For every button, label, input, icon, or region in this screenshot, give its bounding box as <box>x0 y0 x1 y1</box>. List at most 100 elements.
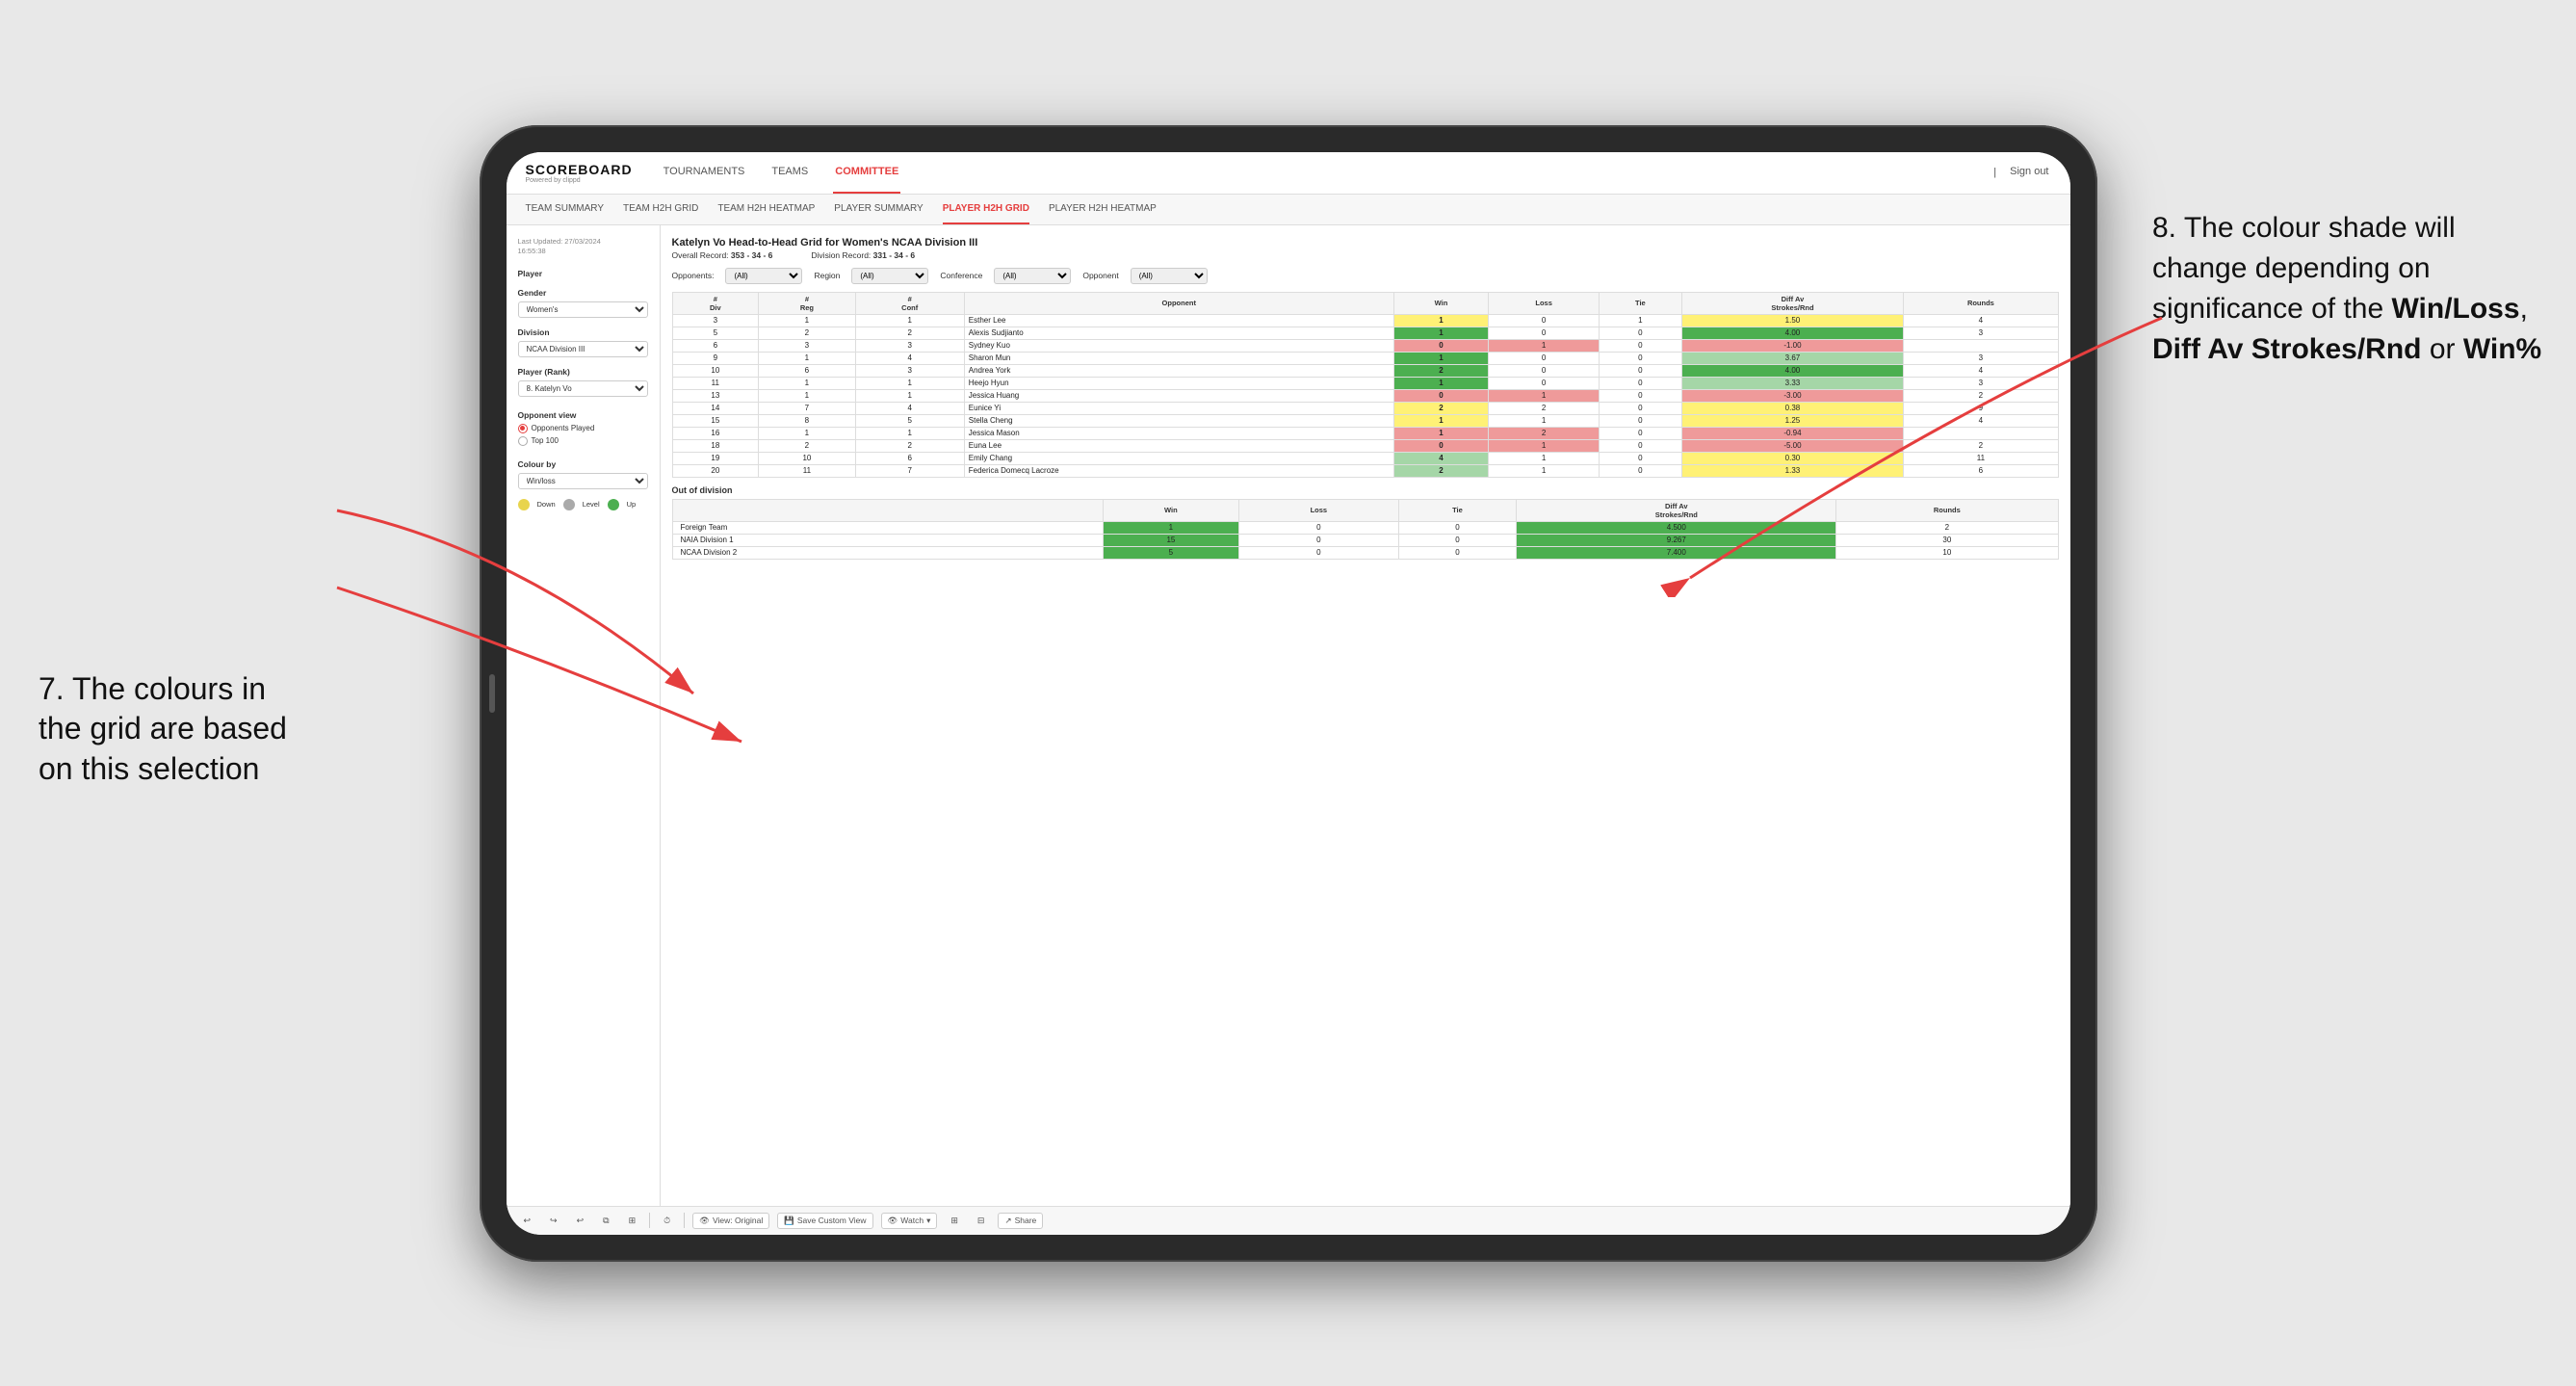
filter-row: Opponents: (All) Region (All) Conference… <box>672 268 2059 284</box>
cell-reg: 2 <box>759 327 856 339</box>
copy-button[interactable]: ⧉ <box>597 1214 614 1228</box>
cell-div: 19 <box>672 452 759 464</box>
out-cell-loss: 0 <box>1239 546 1398 559</box>
cell-rounds: 9 <box>1904 402 2058 414</box>
sub-nav-team-h2h-grid[interactable]: TEAM H2H GRID <box>623 194 698 224</box>
cell-win: 4 <box>1393 452 1488 464</box>
out-cell-loss: 0 <box>1239 534 1398 546</box>
conference-filter-select[interactable]: (All) <box>994 268 1071 284</box>
annotation-bold-winpct: Win% <box>2463 333 2541 365</box>
cell-diff: 4.00 <box>1681 327 1904 339</box>
opponent-view-label: Opponent view <box>518 410 648 420</box>
header-right: | Sign out <box>1993 152 2050 195</box>
nav-tournaments[interactable]: TOURNAMENTS <box>662 152 747 195</box>
cell-win: 1 <box>1393 427 1488 439</box>
cell-conf: 1 <box>855 377 964 389</box>
grid-button[interactable]: ⊞ <box>945 1214 964 1228</box>
cell-reg: 1 <box>759 427 856 439</box>
paste-button[interactable]: ⊞ <box>623 1214 642 1228</box>
gender-select[interactable]: Women's <box>518 301 648 318</box>
cell-loss: 1 <box>1489 389 1600 402</box>
sub-nav-team-summary[interactable]: TEAM SUMMARY <box>526 194 605 224</box>
out-cell-diff: 4.500 <box>1517 521 1836 534</box>
colour-dot-level <box>563 499 575 510</box>
clock-button[interactable]: ⏱ <box>658 1214 676 1228</box>
history-button[interactable]: ↩ <box>571 1214 590 1228</box>
cell-rounds: 4 <box>1904 364 2058 377</box>
toolbar-divider-2 <box>684 1213 685 1228</box>
redo-button[interactable]: ↪ <box>544 1214 563 1228</box>
save-custom-button[interactable]: 💾 Save Custom View <box>777 1213 872 1229</box>
eye-icon: 👁 <box>888 1216 898 1226</box>
cell-rounds: 2 <box>1904 389 2058 402</box>
cell-win: 2 <box>1393 364 1488 377</box>
radio-dot-unchecked <box>518 436 528 446</box>
nav-committee[interactable]: COMMITTEE <box>833 152 900 195</box>
cell-win: 0 <box>1393 389 1488 402</box>
table-row: 10 6 3 Andrea York 2 0 0 4.00 4 <box>672 364 2058 377</box>
opponent-filter-label: Opponent <box>1082 271 1118 280</box>
cell-reg: 2 <box>759 439 856 452</box>
grid-records: Overall Record: 353 - 34 - 6 Division Re… <box>672 250 2059 260</box>
cell-div: 14 <box>672 402 759 414</box>
table-row: 5 2 2 Alexis Sudjianto 1 0 0 4.00 3 <box>672 327 2058 339</box>
cell-loss: 0 <box>1489 364 1600 377</box>
gender-label: Gender <box>518 288 648 298</box>
cell-tie: 0 <box>1600 389 1681 402</box>
logo-area: SCOREBOARD Powered by clippd <box>526 162 633 184</box>
sub-nav-player-summary[interactable]: PLAYER SUMMARY <box>834 194 923 224</box>
division-record-label: Division Record: 331 - 34 - 6 <box>811 250 915 260</box>
opponent-filter-select[interactable]: (All) <box>1131 268 1208 284</box>
cell-tie: 0 <box>1600 452 1681 464</box>
table-row: 9 1 4 Sharon Mun 1 0 0 3.67 3 <box>672 352 2058 364</box>
out-table-row: NCAA Division 2 5 0 0 7.400 10 <box>672 546 2058 559</box>
player-rank-select[interactable]: 8. Katelyn Vo <box>518 380 648 397</box>
cell-div: 13 <box>672 389 759 402</box>
sidebar: Last Updated: 27/03/202416:55:38 Player … <box>507 225 661 1206</box>
colour-by-select[interactable]: Win/loss <box>518 473 648 489</box>
cell-diff: 1.33 <box>1681 464 1904 477</box>
cell-opponent: Euna Lee <box>964 439 1393 452</box>
cell-opponent: Jessica Huang <box>964 389 1393 402</box>
toolbar-divider-1 <box>649 1213 650 1228</box>
cell-reg: 10 <box>759 452 856 464</box>
cell-reg: 3 <box>759 339 856 352</box>
share-button[interactable]: ↗ Share <box>998 1213 1043 1229</box>
cell-diff: -5.00 <box>1681 439 1904 452</box>
cell-tie: 0 <box>1600 414 1681 427</box>
player-section: Player <box>518 269 648 278</box>
sub-nav-player-h2h-grid[interactable]: PLAYER H2H GRID <box>943 194 1029 224</box>
table-row: 13 1 1 Jessica Huang 0 1 0 -3.00 2 <box>672 389 2058 402</box>
col-diff: Diff AvStrokes/Rnd <box>1681 292 1904 314</box>
cell-opponent: Federica Domecq Lacroze <box>964 464 1393 477</box>
view-original-button[interactable]: 👁 View: Original <box>692 1213 769 1229</box>
nav-teams[interactable]: TEAMS <box>769 152 810 195</box>
division-select[interactable]: NCAA Division III <box>518 341 648 357</box>
cell-opponent: Heejo Hyun <box>964 377 1393 389</box>
cell-conf: 4 <box>855 352 964 364</box>
sub-nav-player-h2h-heatmap[interactable]: PLAYER H2H HEATMAP <box>1049 194 1157 224</box>
opponents-filter-select[interactable]: (All) <box>725 268 802 284</box>
radio-opponents-played[interactable]: Opponents Played <box>518 424 648 433</box>
out-cell-tie: 0 <box>1398 521 1517 534</box>
cell-loss: 1 <box>1489 452 1600 464</box>
cell-opponent: Alexis Sudjianto <box>964 327 1393 339</box>
undo-button[interactable]: ↩ <box>518 1214 537 1228</box>
cell-diff: -0.94 <box>1681 427 1904 439</box>
cell-tie: 0 <box>1600 439 1681 452</box>
layout-button[interactable]: ⊟ <box>972 1214 991 1228</box>
out-cell-win: 1 <box>1103 521 1239 534</box>
cell-win: 1 <box>1393 352 1488 364</box>
col-reg: #Reg <box>759 292 856 314</box>
region-filter-select[interactable]: (All) <box>851 268 928 284</box>
sign-out-button[interactable]: Sign out <box>2008 152 2050 195</box>
sub-nav-team-h2h-heatmap[interactable]: TEAM H2H HEATMAP <box>717 194 815 224</box>
watch-button[interactable]: 👁 Watch ▾ <box>881 1213 938 1229</box>
opponent-view-section: Opponent view Opponents Played Top 100 <box>518 410 648 446</box>
radio-top100[interactable]: Top 100 <box>518 436 648 446</box>
out-cell-opponent: NAIA Division 1 <box>672 534 1103 546</box>
cell-loss: 2 <box>1489 427 1600 439</box>
cell-div: 20 <box>672 464 759 477</box>
cell-div: 5 <box>672 327 759 339</box>
cell-tie: 1 <box>1600 314 1681 327</box>
